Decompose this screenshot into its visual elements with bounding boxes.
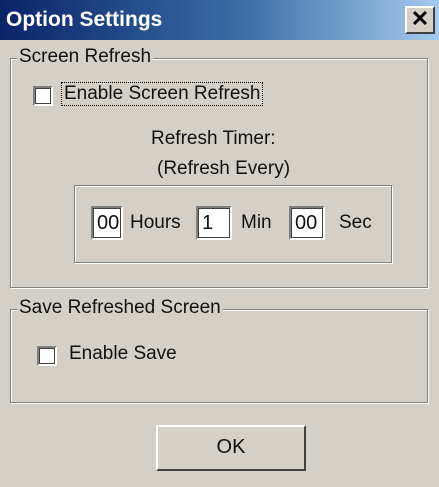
refresh-every-label: (Refresh Every) — [157, 158, 291, 179]
close-icon: ✕ — [410, 6, 430, 31]
enable-save-label[interactable]: Enable Save — [69, 343, 177, 365]
timer-fields-box: 00 Hours 1 Min 00 Sec — [74, 185, 392, 263]
hours-input[interactable]: 00 — [91, 206, 123, 240]
window-title: Option Settings — [6, 8, 163, 31]
minutes-input[interactable]: 1 — [196, 206, 232, 240]
hours-label: Hours — [130, 212, 181, 233]
screen-refresh-legend: Screen Refresh — [17, 46, 154, 68]
close-button[interactable]: ✕ — [405, 6, 435, 34]
save-refreshed-legend: Save Refreshed Screen — [17, 297, 223, 319]
ok-button[interactable]: OK — [156, 425, 306, 471]
seconds-label: Sec — [339, 212, 372, 233]
option-settings-dialog: Option Settings ✕ Screen Refresh Enable … — [0, 0, 439, 487]
title-bar[interactable]: Option Settings ✕ — [0, 0, 439, 40]
enable-save-checkbox[interactable] — [37, 346, 57, 366]
minutes-label: Min — [241, 212, 272, 233]
save-refreshed-group: Save Refreshed Screen Enable Save — [10, 297, 428, 403]
enable-screen-refresh-checkbox[interactable] — [33, 86, 53, 106]
screen-refresh-group: Screen Refresh Enable Screen Refresh Ref… — [10, 46, 428, 288]
refresh-timer-label: Refresh Timer: — [151, 128, 276, 149]
seconds-input[interactable]: 00 — [289, 206, 325, 240]
enable-screen-refresh-label[interactable]: Enable Screen Refresh — [61, 82, 264, 106]
